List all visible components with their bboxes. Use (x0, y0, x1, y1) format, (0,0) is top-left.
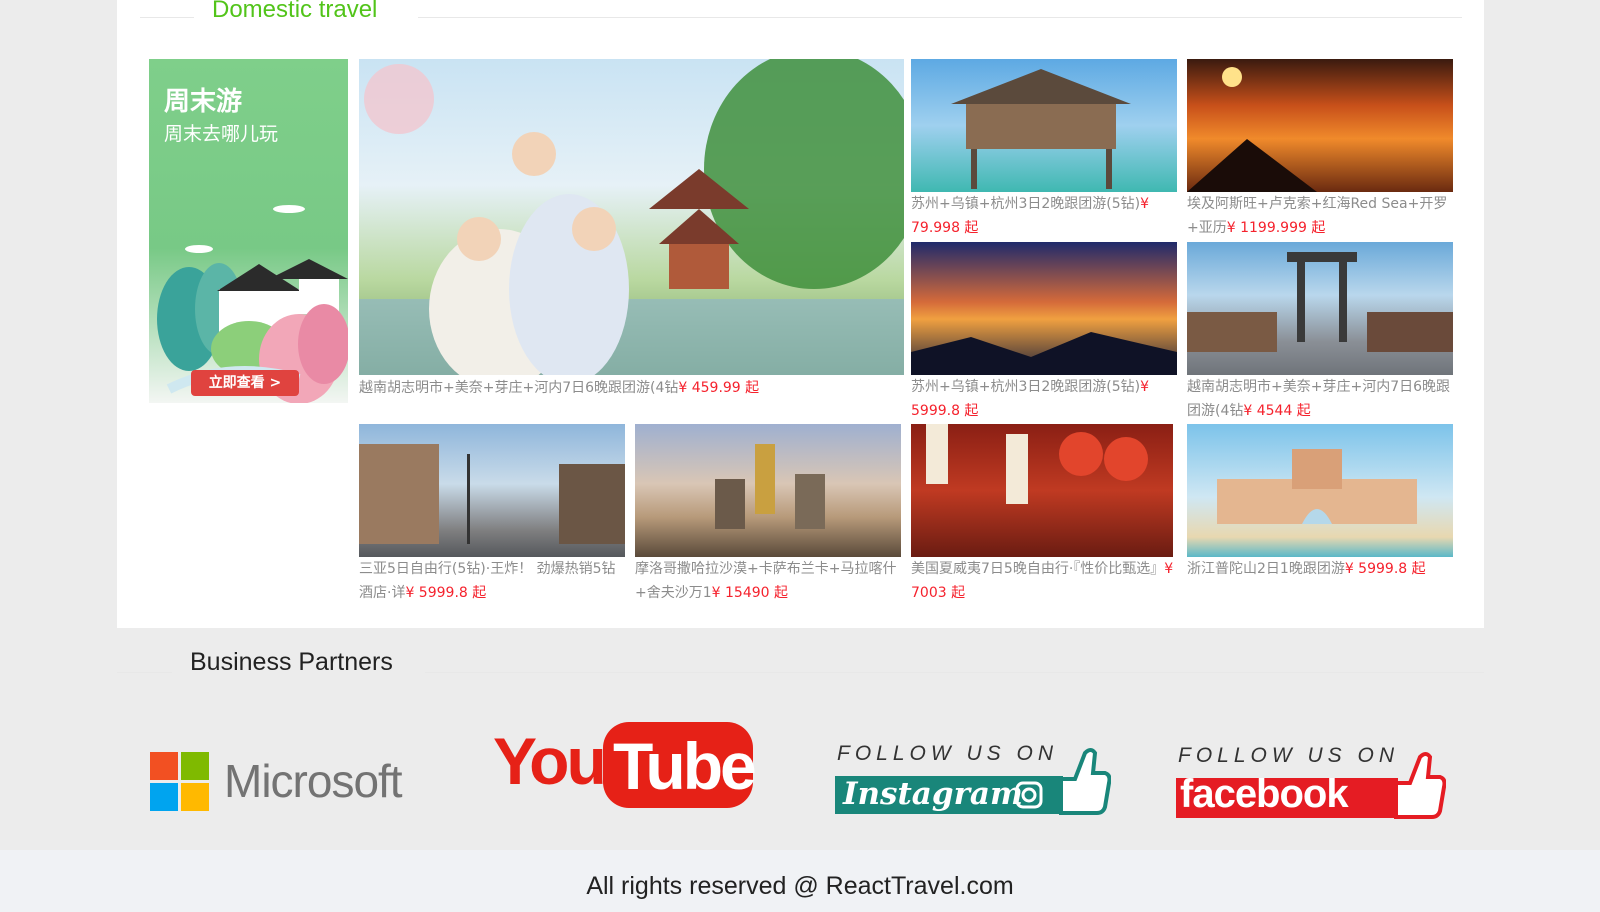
product-caption: 苏州+乌镇+杭州3日2晚跟团游(5钻)¥ 79.998 起 (911, 192, 1179, 240)
section-title-domestic-travel: Domestic travel (212, 0, 378, 23)
product-image (1187, 59, 1453, 192)
product-caption: 苏州+乌镇+杭州3日2晚跟团游(5钻)¥ 5999.8 起 (911, 375, 1179, 423)
product-image (911, 242, 1177, 375)
product-title: 苏州+乌镇+杭州3日2晚跟团游(5钻) (911, 196, 1141, 212)
product-card[interactable]: 摩洛哥撒哈拉沙漠+卡萨布兰卡+马拉喀什+舍夫沙万1¥ 15490 起 (635, 424, 905, 604)
thumbs-up-icon (1059, 748, 1111, 815)
section-title-business-partners: Business Partners (190, 648, 393, 676)
product-card[interactable]: 美国夏威夷7日5晚自由行·『性价比甄选』¥ 7003 起 (911, 424, 1179, 604)
site-footer: All rights reserved @ ReactTravel.com (0, 850, 1600, 912)
product-caption: 越南胡志明市+美奈+芽庄+河内7日6晚跟团游(4钻¥ 459.99 起 (359, 376, 904, 400)
product-image (1187, 242, 1453, 375)
product-card[interactable]: 越南胡志明市+美奈+芽庄+河内7日6晚跟团游(4钻¥ 4544 起 (1187, 242, 1457, 422)
product-title: 浙江普陀山2日1晚跟团游 (1187, 561, 1345, 577)
weekend-trip-ad-banner[interactable]: 周末游 周末去哪儿玩 立即查看 > (149, 59, 348, 403)
product-price: ¥ 4544 起 (1243, 403, 1311, 419)
landscape-illustration (157, 205, 348, 403)
thumbs-up-icon (1394, 752, 1446, 819)
product-image (1187, 424, 1453, 557)
instagram-wordmark: Instagram (843, 776, 1023, 812)
section-divider-right (418, 17, 1462, 18)
product-title: 苏州+乌镇+杭州3日2晚跟团游(5钻) (911, 379, 1141, 395)
product-caption: 三亚5日自由行(5钻)·王炸！ 劲爆热销5钻酒店·详¥ 5999.8 起 (359, 557, 627, 605)
product-image (911, 59, 1177, 192)
product-image (359, 424, 625, 557)
youtube-tube-text: Tube (613, 729, 757, 803)
section-divider-left (140, 17, 194, 18)
product-price: ¥ 1199.999 起 (1226, 220, 1326, 236)
copyright-text: All rights reserved @ ReactTravel.com (586, 872, 1014, 900)
product-caption: 越南胡志明市+美奈+芽庄+河内7日6晚跟团游(4钻¥ 4544 起 (1187, 375, 1457, 423)
youtube-you-text: You (493, 724, 607, 798)
product-price: ¥ 5999.8 起 (1344, 561, 1426, 577)
product-caption: 浙江普陀山2日1晚跟团游¥ 5999.8 起 (1187, 557, 1457, 581)
product-title: 越南胡志明市+美奈+芽庄+河内7日6晚跟团游(4钻 (359, 380, 679, 396)
youtube-logo[interactable]: You Tube (493, 720, 757, 810)
ad-view-now-button[interactable]: 立即查看 > (191, 370, 299, 396)
product-title: 美国夏威夷7日5晚自由行·『性价比甄选』 (911, 561, 1165, 577)
product-image (635, 424, 901, 557)
product-title: 越南胡志明市+美奈+芽庄+河内7日6晚跟团游(4钻 (1187, 379, 1451, 419)
product-card[interactable]: 苏州+乌镇+杭州3日2晚跟团游(5钻)¥ 79.998 起 (911, 59, 1179, 239)
product-price: ¥ 5999.8 起 (405, 585, 487, 601)
product-price: ¥ 15490 起 (711, 585, 788, 601)
microsoft-logo[interactable]: Microsoft (150, 752, 430, 814)
partners-divider-left (117, 672, 172, 673)
product-card[interactable]: 苏州+乌镇+杭州3日2晚跟团游(5钻)¥ 5999.8 起 (911, 242, 1179, 422)
product-image (359, 59, 904, 375)
product-card[interactable]: 埃及阿斯旺+卢克索+红海Red Sea+开罗+亚历¥ 1199.999 起 (1187, 59, 1467, 239)
partners-divider-right (425, 672, 1484, 673)
instagram-follow-text: FOLLOW US ON (837, 742, 1059, 765)
facebook-follow-text: FOLLOW US ON (1178, 744, 1400, 767)
product-caption: 埃及阿斯旺+卢克索+红海Red Sea+开罗+亚历¥ 1199.999 起 (1187, 192, 1467, 240)
product-caption: 摩洛哥撒哈拉沙漠+卡萨布兰卡+马拉喀什+舍夫沙万1¥ 15490 起 (635, 557, 905, 605)
instagram-follow-badge[interactable]: FOLLOW US ON Instagram (833, 740, 1113, 820)
microsoft-windows-icon (150, 752, 209, 811)
product-title: 三亚5日自由行(5钻)·王炸！ 劲爆热销5钻酒店·详 (359, 561, 616, 601)
instagram-camera-icon (1015, 781, 1043, 809)
facebook-follow-badge[interactable]: FOLLOW US ON facebook (1174, 744, 1454, 824)
product-image (911, 424, 1173, 557)
product-price: ¥ 459.99 起 (678, 380, 760, 396)
facebook-wordmark: facebook (1180, 772, 1349, 816)
product-caption: 美国夏威夷7日5晚自由行·『性价比甄选』¥ 7003 起 (911, 557, 1179, 605)
microsoft-wordmark: Microsoft (224, 755, 403, 807)
product-card[interactable]: 浙江普陀山2日1晚跟团游¥ 5999.8 起 (1187, 424, 1457, 604)
product-card[interactable]: 三亚5日自由行(5钻)·王炸！ 劲爆热销5钻酒店·详¥ 5999.8 起 (359, 424, 627, 604)
product-card[interactable]: 越南胡志明市+美奈+芽庄+河内7日6晚跟团游(4钻¥ 459.99 起 (359, 59, 904, 403)
